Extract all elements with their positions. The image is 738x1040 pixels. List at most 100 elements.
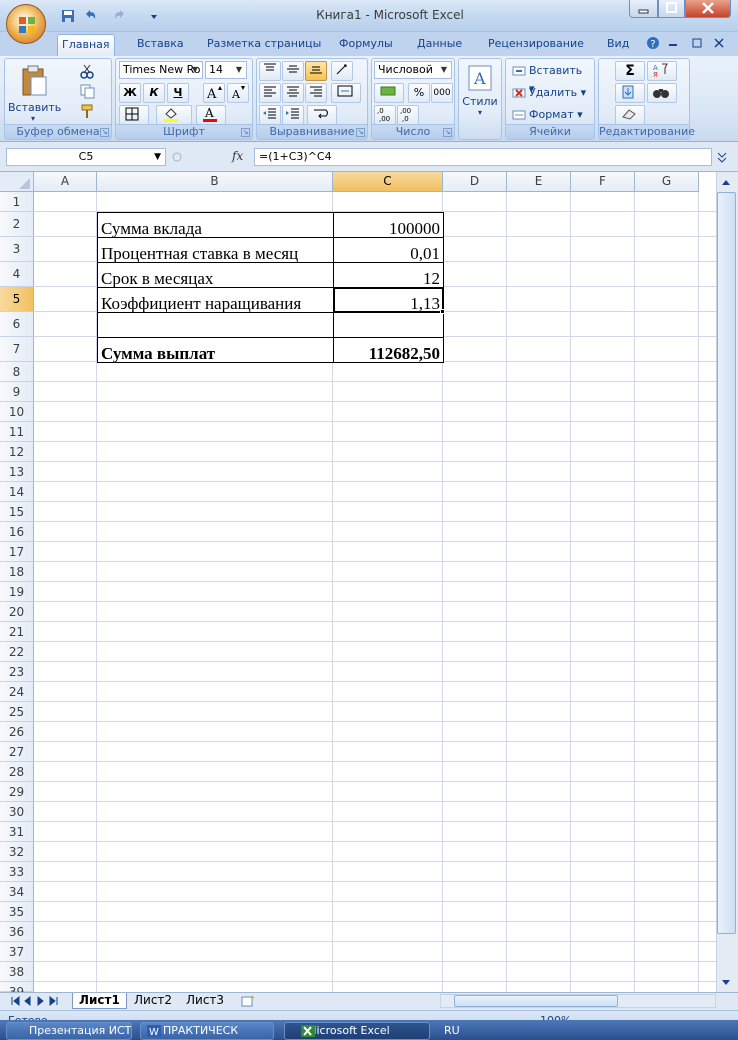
row-header-15[interactable]: 15 xyxy=(0,502,34,522)
ribbon-close-icon[interactable] xyxy=(714,38,724,48)
row-header-3[interactable]: 3 xyxy=(0,237,34,262)
tab-view[interactable]: Вид xyxy=(603,34,633,56)
row-header-36[interactable]: 36 xyxy=(0,922,34,942)
cell-b3[interactable]: Процентная ставка в месяц xyxy=(97,237,334,263)
increase-indent-button[interactable] xyxy=(282,105,304,125)
sheet-tab-1[interactable]: Лист1 xyxy=(72,993,127,1009)
insert-sheet-icon[interactable] xyxy=(240,995,256,1007)
cell-c4[interactable]: 12 xyxy=(333,262,444,288)
decrease-indent-button[interactable] xyxy=(259,105,281,125)
row-header-33[interactable]: 33 xyxy=(0,862,34,882)
row-header-19[interactable]: 19 xyxy=(0,582,34,602)
cell-b2[interactable]: Сумма вклада xyxy=(97,212,334,238)
italic-button[interactable]: К xyxy=(143,83,165,103)
font-color-button[interactable]: A xyxy=(196,105,226,125)
row-header-21[interactable]: 21 xyxy=(0,622,34,642)
row-header-11[interactable]: 11 xyxy=(0,422,34,442)
row-header-17[interactable]: 17 xyxy=(0,542,34,562)
row-header-6[interactable]: 6 xyxy=(0,312,34,337)
row-header-10[interactable]: 10 xyxy=(0,402,34,422)
grow-font-button[interactable]: A xyxy=(203,83,225,103)
scroll-up-icon[interactable] xyxy=(719,176,733,188)
name-box[interactable]: C5 ▼ xyxy=(6,148,166,166)
minimize-button[interactable] xyxy=(629,0,658,18)
ribbon-restore-icon[interactable] xyxy=(692,38,702,48)
merge-button[interactable] xyxy=(331,83,361,103)
increase-decimal-button[interactable]: ,0,00 xyxy=(374,105,396,125)
row-header-12[interactable]: 12 xyxy=(0,442,34,462)
row-header-4[interactable]: 4 xyxy=(0,262,34,287)
sort-filter-button[interactable]: AЯ xyxy=(647,61,677,81)
row-header-18[interactable]: 18 xyxy=(0,562,34,582)
tab-data[interactable]: Данные xyxy=(413,34,466,56)
row-header-23[interactable]: 23 xyxy=(0,662,34,682)
redo-icon[interactable] xyxy=(112,8,128,24)
underline-button[interactable]: Ч xyxy=(167,83,189,103)
align-bottom-button[interactable] xyxy=(305,61,327,81)
fill-handle[interactable] xyxy=(440,309,445,314)
paste-button[interactable]: Вставить ▾ xyxy=(7,61,61,123)
save-icon[interactable] xyxy=(60,8,76,24)
row-header-2[interactable]: 2 xyxy=(0,212,34,237)
row-header-34[interactable]: 34 xyxy=(0,882,34,902)
row-header-1[interactable]: 1 xyxy=(0,192,34,212)
font-family-combo[interactable]: Times New Ro ▼ xyxy=(119,61,203,79)
orientation-button[interactable] xyxy=(331,61,353,81)
align-right-button[interactable] xyxy=(305,83,327,103)
taskbar-item-presentation[interactable]: Презентация ИСТ xyxy=(6,1022,132,1040)
undo-icon[interactable] xyxy=(82,8,98,24)
tab-home[interactable]: Главная xyxy=(57,34,115,56)
number-format-combo[interactable]: Числовой ▼ xyxy=(374,61,452,79)
sheet-tab-3[interactable]: Лист3 xyxy=(180,993,230,1009)
maximize-button[interactable] xyxy=(658,0,685,18)
close-button[interactable] xyxy=(685,0,731,18)
tab-insert[interactable]: Вставка xyxy=(133,34,188,56)
row-header-28[interactable]: 28 xyxy=(0,762,34,782)
row-header-16[interactable]: 16 xyxy=(0,522,34,542)
align-center-button[interactable] xyxy=(282,83,304,103)
scroll-down-icon[interactable] xyxy=(719,976,733,988)
row-header-20[interactable]: 20 xyxy=(0,602,34,622)
copy-icon[interactable] xyxy=(79,83,95,99)
clipboard-launcher[interactable]: ↘ xyxy=(100,128,109,137)
decrease-decimal-button[interactable]: ,00,0 xyxy=(397,105,419,125)
sheet-navigation-icons[interactable] xyxy=(10,996,64,1006)
column-header-b[interactable]: B xyxy=(97,172,333,192)
clear-button[interactable] xyxy=(615,105,645,125)
percent-button[interactable]: % xyxy=(408,83,430,103)
find-select-button[interactable] xyxy=(647,83,677,103)
language-indicator[interactable]: RU xyxy=(444,1024,460,1037)
row-header-7[interactable]: 7 xyxy=(0,337,34,362)
thousands-button[interactable]: 000 xyxy=(431,83,453,103)
currency-button[interactable] xyxy=(374,83,404,103)
bold-button[interactable]: Ж xyxy=(119,83,141,103)
cell-b6[interactable] xyxy=(97,312,334,338)
row-header-37[interactable]: 37 xyxy=(0,942,34,962)
row-header-14[interactable]: 14 xyxy=(0,482,34,502)
horizontal-scroll-thumb[interactable] xyxy=(454,995,618,1007)
cell-c3[interactable]: 0,01 xyxy=(333,237,444,263)
cell-b7[interactable]: Сумма выплат xyxy=(97,337,334,363)
fill-button[interactable] xyxy=(615,83,645,103)
align-left-button[interactable] xyxy=(259,83,281,103)
column-header-c[interactable]: C xyxy=(333,172,443,192)
row-header-30[interactable]: 30 xyxy=(0,802,34,822)
align-top-button[interactable] xyxy=(259,61,281,81)
cell-c7[interactable]: 112682,50 xyxy=(333,337,444,363)
row-header-39[interactable]: 39 xyxy=(0,982,34,999)
align-middle-button[interactable] xyxy=(282,61,304,81)
row-header-26[interactable]: 26 xyxy=(0,722,34,742)
column-header-g[interactable]: G xyxy=(635,172,699,192)
formula-splitter-icon[interactable] xyxy=(170,148,184,166)
sheet-tab-2[interactable]: Лист2 xyxy=(128,993,178,1009)
insert-function-button[interactable]: fx xyxy=(232,149,243,163)
wrap-text-button[interactable] xyxy=(307,105,337,125)
qat-customize-icon[interactable] xyxy=(146,8,162,24)
expand-formula-bar-icon[interactable] xyxy=(716,149,728,165)
row-header-29[interactable]: 29 xyxy=(0,782,34,802)
font-size-combo[interactable]: 14 ▼ xyxy=(205,61,247,79)
autosum-button[interactable]: Σ xyxy=(615,61,645,81)
row-header-5[interactable]: 5 xyxy=(0,287,34,312)
alignment-launcher[interactable]: ↘ xyxy=(356,128,365,137)
help-icon[interactable]: ? xyxy=(646,36,660,50)
